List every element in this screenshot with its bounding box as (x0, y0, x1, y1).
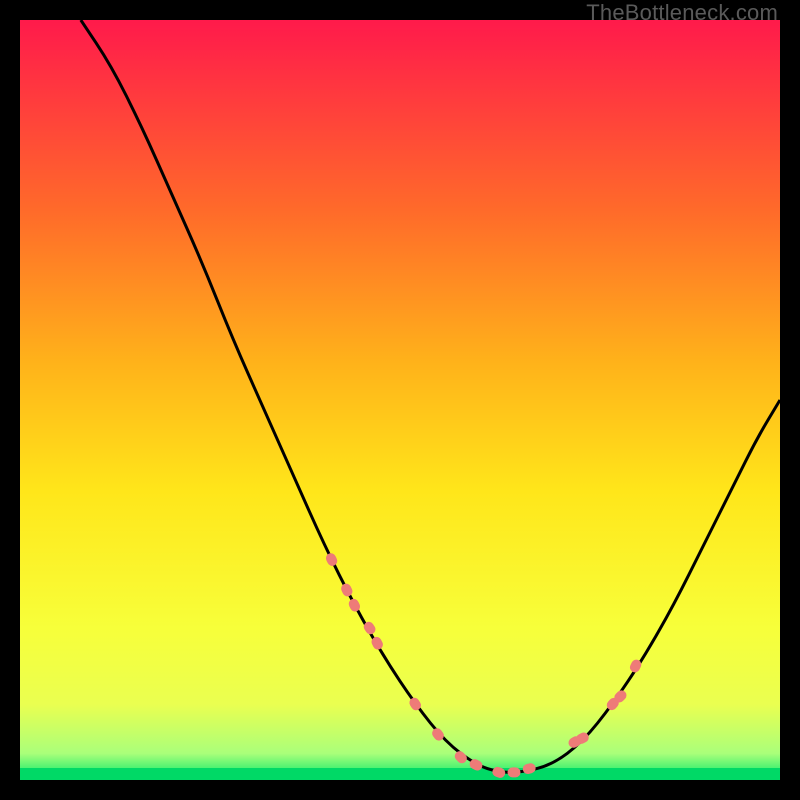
chart-frame (20, 20, 780, 780)
bottleneck-chart (20, 20, 780, 780)
curve-dot (508, 767, 521, 777)
watermark-text: TheBottleneck.com (586, 0, 778, 26)
gradient-background (20, 20, 780, 780)
bottom-green-strip (20, 768, 780, 780)
